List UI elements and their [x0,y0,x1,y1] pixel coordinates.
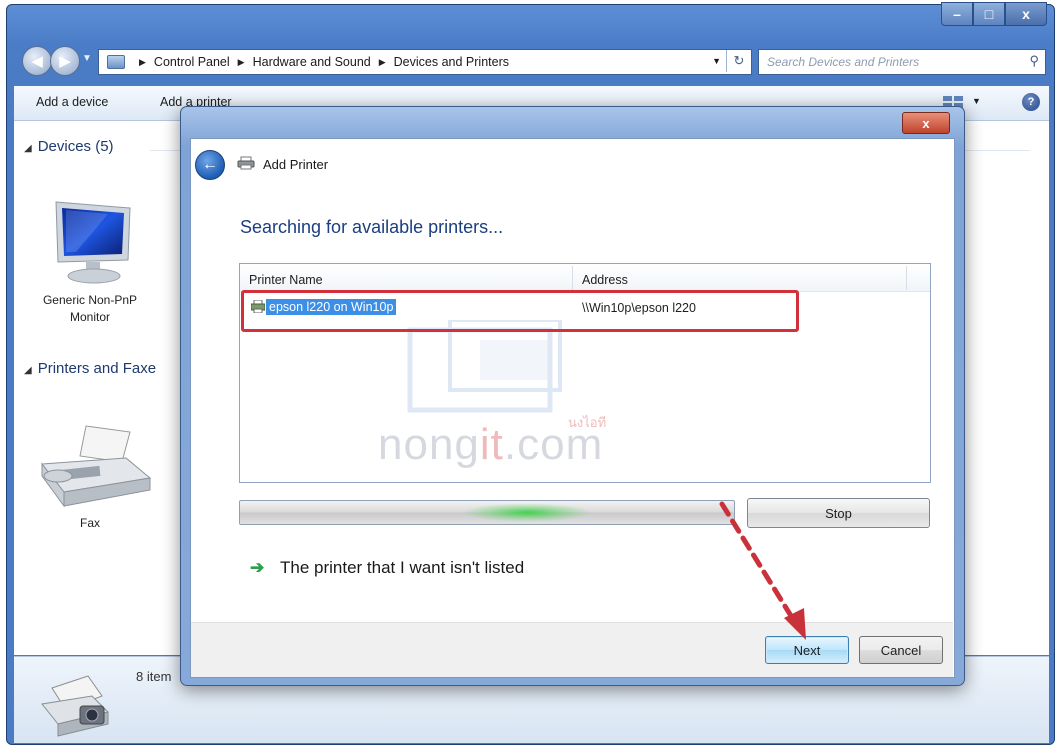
items-count: 8 item [136,669,172,684]
breadcrumb-separator-icon: ▶ [378,56,386,67]
back-arrow-icon: ◀ [31,53,43,70]
monitor-icon[interactable] [48,196,140,288]
column-header-printer-name[interactable]: Printer Name [249,273,323,287]
view-dropdown-icon[interactable]: ▼ [972,96,981,106]
minimize-button[interactable]: – [941,2,973,26]
address-bar[interactable]: ▶ Control Panel ▶ Hardware and Sound ▶ D… [98,49,752,75]
forward-arrow-icon: ▶ [59,53,71,70]
forward-button[interactable]: ▶ [50,46,80,76]
back-arrow-icon: ← [202,156,218,173]
help-icon[interactable]: ? [1022,93,1040,111]
printer-camera-icon [41,675,109,737]
fax-device-label[interactable]: Fax [60,516,120,530]
cancel-button[interactable]: Cancel [859,636,943,664]
column-divider[interactable] [906,266,907,290]
search-placeholder: Search Devices and Printers [767,55,920,69]
collapse-triangle-icon: ◢ [24,365,32,376]
watermark-subtext: นงไอที [568,415,607,430]
breadcrumb-separator-icon: ▶ [237,56,245,67]
dialog-back-button[interactable]: ← [195,150,225,180]
breadcrumb-separator-icon: ▶ [139,56,146,67]
devices-group-header[interactable]: ◢ Devices (5) [24,138,114,155]
monitor-device-label[interactable]: Generic Non-PnP Monitor [28,292,152,326]
search-icon[interactable]: ⚲ [1029,53,1039,69]
add-device-button[interactable]: Add a device [36,95,108,109]
refresh-button[interactable]: ↻ [726,50,751,72]
dialog-close-button[interactable]: x [902,112,950,134]
column-divider[interactable] [572,266,573,290]
progress-glow [462,503,592,522]
collapse-triangle-icon: ◢ [24,143,32,154]
refresh-icon: ↻ [733,53,745,68]
control-panel-icon [107,55,125,69]
history-dropdown-icon[interactable]: ▼ [82,53,92,64]
green-arrow-icon: ➔ [250,558,265,577]
maximize-button[interactable]: □ [973,2,1005,26]
searching-heading: Searching for available printers... [240,217,504,237]
close-window-button[interactable]: x [1005,2,1047,26]
annotation-arrow [719,501,806,640]
watermark-text-part: nong [378,420,480,469]
search-input[interactable]: Search Devices and Printers ⚲ [758,49,1046,75]
watermark-text-red: it [479,420,504,469]
printers-group-label: Printers and Faxe [37,360,157,377]
devices-group-label: Devices (5) [37,138,114,155]
dialog-title: Add Printer [263,157,329,172]
printer-not-listed-link[interactable]: The printer that I want isn't listed [280,558,524,578]
breadcrumb-hardware-sound[interactable]: Hardware and Sound [253,55,371,69]
search-progress-bar [239,500,735,525]
annotation-highlight-box [241,290,799,332]
breadcrumb-devices-printers[interactable]: Devices and Printers [394,55,509,69]
printers-group-header[interactable]: ◢ Printers and Faxe [24,360,156,377]
address-dropdown-icon[interactable]: ▼ [712,56,721,66]
back-button[interactable]: ◀ [22,46,52,76]
window-caption-buttons: – □ x [941,2,1047,28]
breadcrumb-control-panel[interactable]: Control Panel [154,55,230,69]
printer-icon [237,156,255,170]
column-header-address[interactable]: Address [582,273,628,287]
fax-icon[interactable] [34,418,156,514]
